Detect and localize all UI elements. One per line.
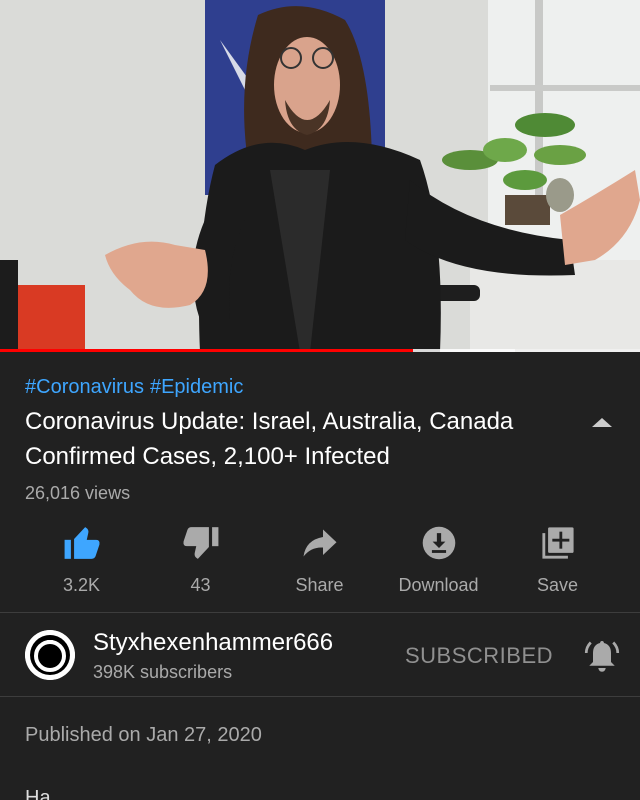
save-label: Save [536,575,579,595]
video-title[interactable]: Coronavirus Update: Israel, Australia, C… [25,404,565,474]
download-icon [419,523,459,563]
description-preview: Ha... [25,787,68,800]
add-to-playlist-icon [538,523,578,563]
hashtag-link[interactable]: #Epidemic [150,376,243,398]
hashtag-link[interactable]: #Coronavirus [25,376,144,398]
video-frame-image [0,0,640,352]
divider [0,612,640,613]
ouroboros-icon [25,630,75,680]
thumbs-up-icon [62,523,102,563]
action-bar: 3.2K 43 Share Download Save [22,518,618,598]
dislike-count: 43 [190,575,211,595]
save-button[interactable]: Save [498,518,617,598]
video-progress-bar[interactable] [0,349,640,352]
thumbs-down-icon [181,523,221,563]
divider [0,696,640,697]
subscriber-count: 398K subscribers [93,662,233,682]
dislike-button[interactable]: 43 [141,518,260,598]
hashtag-row: #Coronavirus #Epidemic [25,376,249,399]
share-icon [300,523,340,563]
expand-description-icon[interactable] [590,414,614,430]
share-label: Share [295,575,344,595]
download-button[interactable]: Download [379,518,498,598]
notification-bell-icon[interactable] [584,638,620,674]
like-count: 3.2K [62,575,101,595]
channel-avatar[interactable] [25,630,75,680]
progress-played [0,349,413,352]
download-label: Download [398,575,479,595]
publish-date: Published on Jan 27, 2020 [25,724,262,746]
channel-name[interactable]: Styxhexenhammer666 [93,629,333,657]
video-player[interactable] [0,0,640,352]
view-count: 26,016 views [25,483,131,503]
share-button[interactable]: Share [260,518,379,598]
like-button[interactable]: 3.2K [22,518,141,598]
subscribed-button[interactable]: SUBSCRIBED [405,643,553,669]
